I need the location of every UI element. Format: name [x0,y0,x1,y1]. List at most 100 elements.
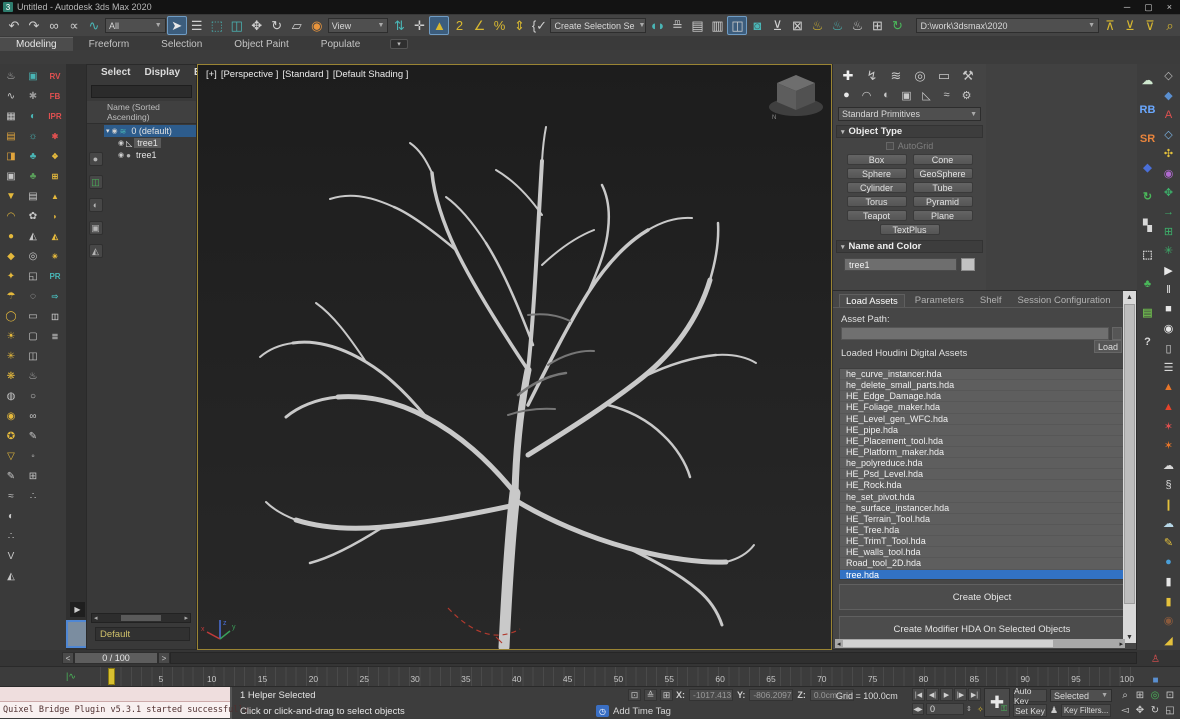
explosion-preset-icon[interactable]: ✶ [1160,416,1178,435]
redo-icon[interactable]: ↷ [24,16,44,35]
sim-stop-icon[interactable]: ■ [1160,300,1178,319]
asset-path-input[interactable] [841,327,1109,340]
orbit-icon[interactable]: ◎ [24,246,42,266]
grid-green-icon[interactable]: ⊞ [1160,222,1178,241]
toggle-ribbon-icon[interactable]: ▥ [707,16,727,35]
window-crossing-icon[interactable]: ◫ [227,16,247,35]
explorer-row-object[interactable]: ◉ ● tree1 [104,149,196,161]
cs-frame-icon[interactable]: ◫ [46,306,64,326]
ribbon-tab[interactable]: Selection [145,38,218,51]
hemisphere-icon[interactable]: ◗ [46,206,64,226]
doc-green-icon[interactable]: ▤ [1139,298,1157,327]
sphere-fade-icon[interactable]: ◐ [2,506,20,526]
hda-list-item[interactable]: HE_Level_gen_WFC.hda [840,414,1124,425]
drop-outline-icon[interactable]: ◇ [1160,124,1178,143]
load-button[interactable]: Load [1094,340,1122,353]
burst-preset-icon[interactable]: ✶ [1160,436,1178,455]
scale-icon[interactable]: ▱ [287,16,307,35]
ribbon-tab[interactable]: Populate [305,38,376,51]
burst-green-icon[interactable]: ✳ [1160,241,1178,260]
knot-icon[interactable]: ∞ [24,406,42,426]
sim-pause-icon[interactable]: ‖ [1160,280,1178,299]
render-iterative-icon[interactable]: ♨ [827,16,847,35]
active-layer-label[interactable]: Default [95,627,190,641]
split-frame-icon[interactable]: ◫ [24,346,42,366]
move-green-icon[interactable]: ✥ [1160,183,1178,202]
bind-spacewarp-icon[interactable]: ∿ [84,16,104,35]
houdini-vscrollbar[interactable]: ▲ ▼ [1123,291,1136,643]
filter-all-icon[interactable]: ● [89,152,103,166]
primitive-category-dropdown[interactable]: Standard Primitives▼ [838,107,981,121]
geodesic-light-icon[interactable]: ✦ [2,266,20,286]
next-frame-button[interactable]: |▶ [954,688,967,701]
vray-ipr-icon[interactable]: IPR [46,106,64,126]
hda-list-item[interactable]: HE_Psd_Level.hda [840,469,1124,480]
hda-list-item[interactable]: HE_pipe.hda [840,425,1124,436]
hda-list-item[interactable]: HE_Placement_tool.hda [840,436,1124,447]
shapes-cat-icon[interactable]: ◠ [857,87,876,103]
cone-slice-icon[interactable]: ◭ [46,226,64,246]
smoke-preset-icon[interactable]: ☁ [1160,455,1178,474]
light-lister-icon[interactable]: ◭ [24,226,42,246]
geometry-cat-icon[interactable]: ● [837,87,856,103]
viewport-label-segment[interactable]: [Perspective ] [221,69,279,80]
sim-restart-icon[interactable]: ◉ [1160,319,1178,338]
houdini-tab[interactable]: Session Configuration [1012,294,1117,307]
drop-plugin-icon[interactable]: ◆ [1139,153,1157,182]
listener-output-line[interactable]: Quixel Bridge Plugin v5.3.1 started succ… [0,702,230,718]
create-selection-set-dropdown[interactable]: Create Selection Se▼ [550,18,646,33]
ribbon-tab[interactable]: Freeform [73,38,146,51]
hda-list-item[interactable]: HE_Rock.hda [840,480,1124,491]
zoom-icon[interactable]: ⌕ [1118,688,1132,702]
zoom-all-icon[interactable]: ⊞ [1133,688,1147,702]
primitive-button[interactable]: GeoSphere [913,168,973,179]
forest-pack-icon[interactable]: ♣ [1139,269,1157,298]
current-frame-marker[interactable] [108,668,115,685]
character-red-icon[interactable]: ♙ [1148,652,1163,667]
sim-play-icon[interactable]: ▶ [1160,261,1178,280]
perspective-viewport[interactable]: [+][Perspective ][Standard ][Default Sha… [197,64,832,650]
drop-icon[interactable]: ◦ [24,446,42,466]
zoom-region-icon[interactable]: ⊡ [1163,688,1177,702]
refresh-icon[interactable]: ↻ [887,16,907,35]
hda-list-item[interactable]: he_curve_instancer.hda [840,369,1124,380]
atlas-icon[interactable]: A [1160,105,1178,124]
fire-preset-icon[interactable]: ▲ [1160,378,1178,397]
primitive-button[interactable]: Pyramid [913,196,973,207]
library-icon[interactable]: ▤ [24,186,42,206]
primitive-button[interactable]: Box [847,154,907,165]
go-end-button[interactable]: ▶| [968,688,981,701]
tree-icon[interactable]: ♣ [24,166,42,186]
displace-icon[interactable]: ≈ [2,486,20,506]
hda-list-item[interactable]: he_delete_small_parts.hda [840,380,1124,391]
rect-select-icon[interactable]: ⬚ [207,16,227,35]
name-and-color-rollout-header[interactable]: ▾Name and Color [836,240,983,253]
track-bar[interactable]: |∿ 0510152025303540455055606570758085909… [0,666,1180,686]
prev-frame-arrow[interactable]: < [62,652,74,664]
filter-cameras-icon[interactable]: ▣ [89,221,103,235]
percent-snap-icon[interactable]: % [489,16,509,35]
create-tab-icon[interactable]: ✚ [837,67,859,85]
set-keys-button[interactable]: ✚ ⚿ [984,688,1010,717]
ribbon-minimize-button[interactable]: ▾ [390,39,408,49]
rotate-icon[interactable]: ↻ [267,16,287,35]
diamond-icon[interactable]: ❖ [46,146,64,166]
curve-toggle-icon[interactable]: |∿ [66,671,76,682]
dome-light-icon[interactable]: ◠ [2,206,20,226]
ribbon-tab[interactable]: Modeling [0,37,73,51]
sun-system-icon[interactable]: ☼ [24,126,42,146]
brush-icon[interactable]: ✎ [24,426,42,446]
rays-icon[interactable]: ✳ [2,346,20,366]
hda-list[interactable]: he_curve_instancer.hdahe_delete_small_pa… [839,368,1125,580]
explorer-column-header[interactable]: Name (Sorted Ascending) [87,101,196,124]
play-button[interactable]: ▶ [940,688,953,701]
scene-explorer-icon[interactable]: ◫ [727,16,747,35]
next-frame-arrow[interactable]: > [158,652,170,664]
fan-icon[interactable]: ✣ [1160,144,1178,163]
frame-spinner[interactable]: ⇕ [966,705,972,713]
water-preset-icon[interactable]: ● [1160,553,1178,572]
vapor-preset-icon[interactable]: § [1160,475,1178,494]
isolate-toggle-icon[interactable]: ⊡ [628,689,641,701]
add-time-tag[interactable]: ◷ Add Time Tag [596,705,671,717]
primitive-button[interactable]: TextPlus [880,224,940,235]
